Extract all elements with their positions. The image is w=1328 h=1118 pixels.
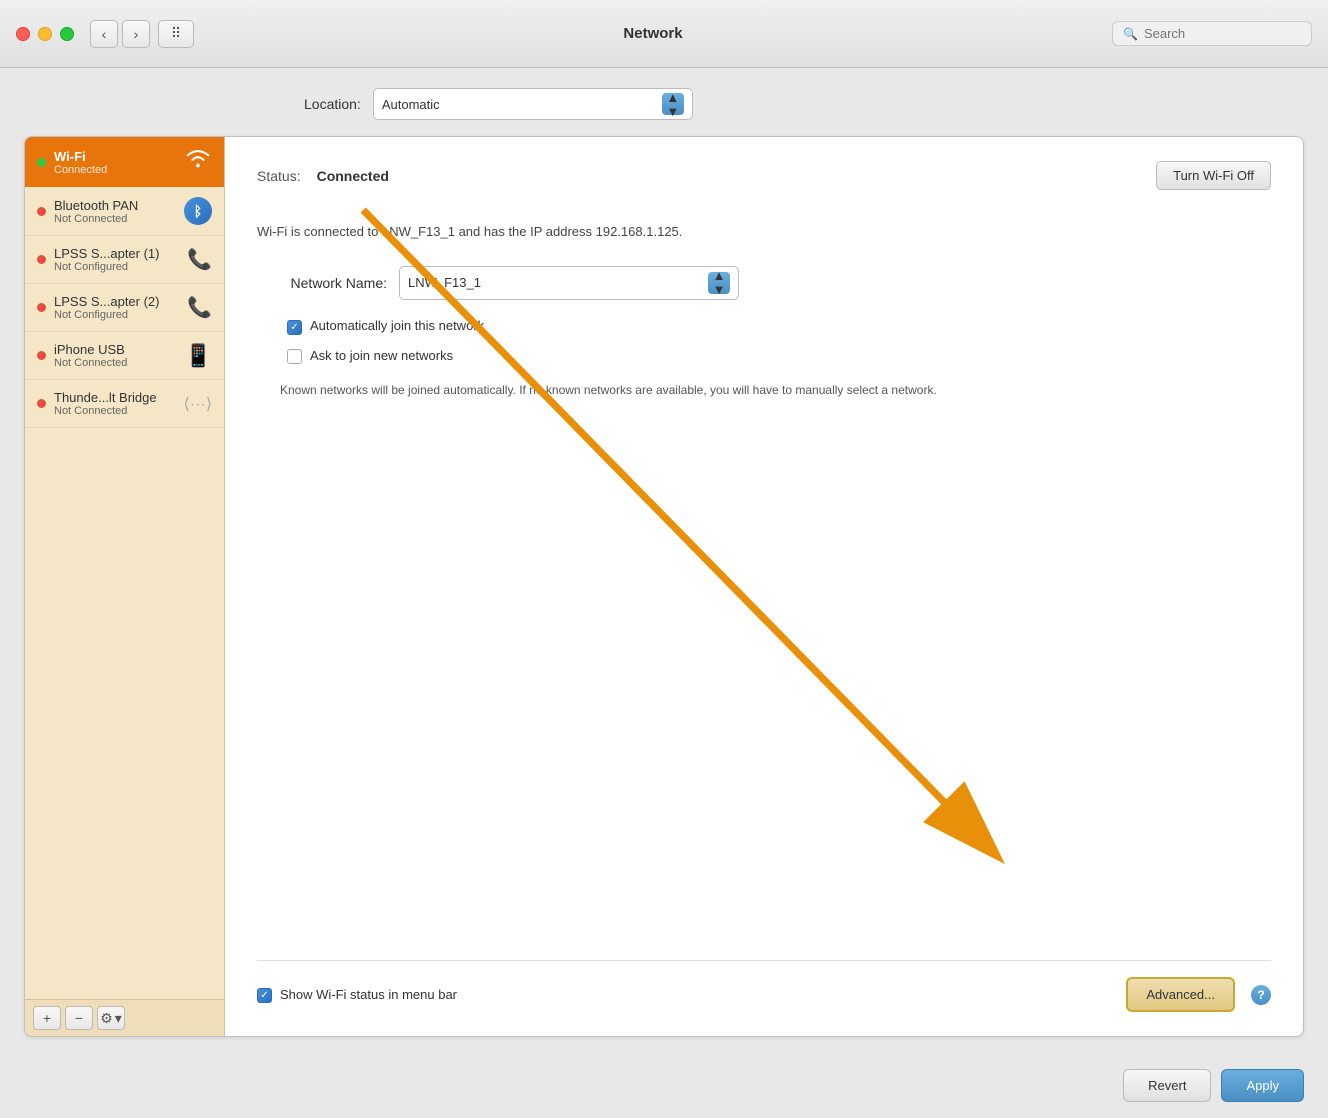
grid-button[interactable]: ⠿ xyxy=(158,20,194,48)
sidebar-item-lpss2[interactable]: LPSS S...apter (2) Not Configured 📞 xyxy=(25,284,224,332)
action-bar: Revert Apply xyxy=(0,1053,1328,1118)
status-dot-wifi xyxy=(37,158,46,167)
phone-icon-1: 📞 xyxy=(187,247,212,272)
show-wifi-row: ✓ Show Wi-Fi status in menu bar Advanced… xyxy=(257,977,1271,1012)
auto-join-row: ✓ Automatically join this network xyxy=(287,318,1271,335)
network-info-iphone: iPhone USB Not Connected xyxy=(54,342,185,369)
search-input[interactable] xyxy=(1144,26,1301,41)
network-status-iphone: Not Connected xyxy=(54,357,185,369)
network-name-wifi: Wi-Fi xyxy=(54,149,180,164)
network-stepper-up-icon: ▲ xyxy=(713,269,726,282)
network-stepper-down-icon: ▼ xyxy=(713,283,726,296)
status-description: Wi-Fi is connected to LNW_F13_1 and has … xyxy=(257,222,1271,242)
status-dot-bluetooth xyxy=(37,207,46,216)
network-info-lpss2: LPSS S...apter (2) Not Configured xyxy=(54,294,187,321)
stepper-up-icon: ▲ xyxy=(666,91,679,104)
ask-join-label-area: Ask to join new networks xyxy=(310,347,453,365)
ask-join-checkbox[interactable] xyxy=(287,349,302,364)
apply-button[interactable]: Apply xyxy=(1221,1069,1304,1102)
network-info-lpss1: LPSS S...apter (1) Not Configured xyxy=(54,246,187,273)
minimize-button[interactable] xyxy=(38,27,52,41)
network-name-thunderbolt: Thunde...lt Bridge xyxy=(54,390,184,405)
location-value: Automatic xyxy=(382,97,440,112)
traffic-lights xyxy=(16,27,74,41)
gear-button[interactable]: ⚙ ▾ xyxy=(97,1006,125,1030)
main-panel: Status: Connected Turn Wi-Fi Off Wi-Fi i… xyxy=(225,137,1303,1036)
titlebar: ‹ › ⠿ Network 🔍 xyxy=(0,0,1328,68)
network-name-row: Network Name: LNW_F13_1 ▲ ▼ xyxy=(257,266,1271,300)
search-box: 🔍 xyxy=(1112,21,1312,46)
network-status-thunderbolt: Not Connected xyxy=(54,405,184,417)
network-name-bluetooth: Bluetooth PAN xyxy=(54,198,184,213)
forward-button[interactable]: › xyxy=(122,20,150,48)
show-wifi-checkbox[interactable]: ✓ xyxy=(257,988,272,1003)
help-button[interactable]: ? xyxy=(1251,985,1271,1005)
network-status-bluetooth: Not Connected xyxy=(54,213,184,225)
ask-join-sublabel: Known networks will be joined automatica… xyxy=(280,381,1271,399)
network-status-lpss1: Not Configured xyxy=(54,261,187,273)
location-stepper[interactable]: ▲ ▼ xyxy=(662,93,684,115)
status-dot-lpss2 xyxy=(37,303,46,312)
ask-join-row: Ask to join new networks xyxy=(287,347,1271,365)
network-status-wifi: Connected xyxy=(54,164,180,176)
auto-join-label: Automatically join this network xyxy=(310,318,484,333)
network-name-select[interactable]: LNW_F13_1 ▲ ▼ xyxy=(399,266,739,300)
network-name-lpss2: LPSS S...apter (2) xyxy=(54,294,187,309)
back-button[interactable]: ‹ xyxy=(90,20,118,48)
gear-icon: ⚙ xyxy=(100,1010,113,1027)
sidebar-item-bluetooth[interactable]: Bluetooth PAN Not Connected ᛒ xyxy=(25,187,224,236)
sidebar-item-iphone[interactable]: iPhone USB Not Connected 📱 xyxy=(25,332,224,380)
add-network-button[interactable]: + xyxy=(33,1006,61,1030)
network-info-bluetooth: Bluetooth PAN Not Connected xyxy=(54,198,184,225)
location-label: Location: xyxy=(304,96,361,112)
phone-icon-2: 📞 xyxy=(187,295,212,320)
status-dot-iphone xyxy=(37,351,46,360)
status-dot-thunderbolt xyxy=(37,399,46,408)
sidebar-toolbar: + − ⚙ ▾ xyxy=(25,999,224,1036)
network-info-thunderbolt: Thunde...lt Bridge Not Connected xyxy=(54,390,184,417)
auto-join-check-icon: ✓ xyxy=(290,322,298,333)
status-dot-lpss1 xyxy=(37,255,46,264)
revert-button[interactable]: Revert xyxy=(1123,1069,1211,1102)
sidebar-item-lpss1[interactable]: LPSS S...apter (1) Not Configured 📞 xyxy=(25,236,224,284)
remove-network-button[interactable]: − xyxy=(65,1006,93,1030)
wifi-icon xyxy=(184,147,212,177)
network-status-lpss2: Not Configured xyxy=(54,309,187,321)
turn-wifi-button[interactable]: Turn Wi-Fi Off xyxy=(1156,161,1271,190)
network-name-select-value: LNW_F13_1 xyxy=(408,275,481,290)
sidebar: Wi-Fi Connected Bluetooth PAN xyxy=(25,137,225,1036)
window-title: Network xyxy=(194,25,1112,42)
sidebar-item-wifi[interactable]: Wi-Fi Connected xyxy=(25,137,224,187)
maximize-button[interactable] xyxy=(60,27,74,41)
bridge-icon: ⟨···⟩ xyxy=(184,394,212,414)
show-wifi-label: Show Wi-Fi status in menu bar xyxy=(280,987,457,1002)
status-section: Status: Connected Turn Wi-Fi Off xyxy=(257,161,1271,190)
network-name-iphone: iPhone USB xyxy=(54,342,185,357)
iphone-icon: 📱 xyxy=(185,343,212,369)
network-info-wifi: Wi-Fi Connected xyxy=(54,149,180,176)
auto-join-checkbox[interactable]: ✓ xyxy=(287,320,302,335)
status-value: Connected xyxy=(317,168,389,184)
network-name-stepper[interactable]: ▲ ▼ xyxy=(708,272,730,294)
search-icon: 🔍 xyxy=(1123,27,1138,41)
panel-area: Wi-Fi Connected Bluetooth PAN xyxy=(24,136,1304,1037)
location-bar: Location: Automatic ▲ ▼ xyxy=(24,88,1304,120)
main-content: Location: Automatic ▲ ▼ Wi-Fi Connected xyxy=(0,68,1328,1053)
location-select[interactable]: Automatic ▲ ▼ xyxy=(373,88,693,120)
bottom-section: ✓ Show Wi-Fi status in menu bar Advanced… xyxy=(257,960,1271,1012)
status-label: Status: xyxy=(257,168,301,184)
gear-chevron-icon: ▾ xyxy=(115,1010,122,1027)
sidebar-item-thunderbolt[interactable]: Thunde...lt Bridge Not Connected ⟨···⟩ xyxy=(25,380,224,428)
network-name-label: Network Name: xyxy=(257,275,387,291)
ask-join-label: Ask to join new networks xyxy=(310,348,453,363)
close-button[interactable] xyxy=(16,27,30,41)
bluetooth-icon: ᛒ xyxy=(184,197,212,225)
advanced-button[interactable]: Advanced... xyxy=(1126,977,1235,1012)
stepper-down-icon: ▼ xyxy=(666,105,679,118)
network-name-lpss1: LPSS S...apter (1) xyxy=(54,246,187,261)
nav-buttons: ‹ › xyxy=(90,20,150,48)
show-wifi-check-icon: ✓ xyxy=(260,990,268,1001)
